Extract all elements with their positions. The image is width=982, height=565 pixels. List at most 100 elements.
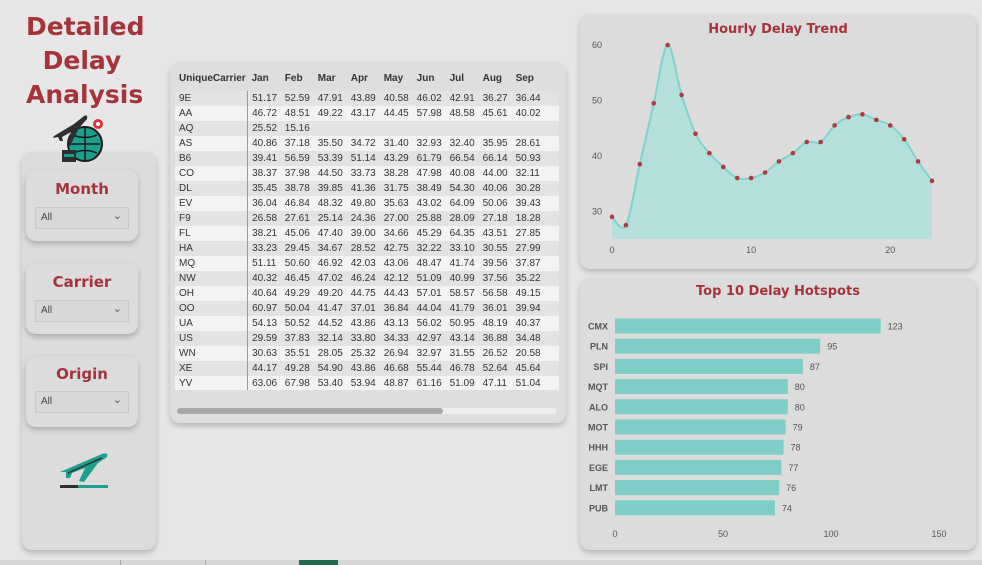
table-row[interactable]: DL 35.45 38.78 39.85 41.36 31.75 38.49 54.30 40.… [175,181,559,196]
delay-cell: 37.18 [280,136,314,151]
delay-cell: 36.01 [478,301,512,316]
carrier-cell: CO [175,166,249,181]
carrier-dropdown[interactable]: All ⌄ [35,300,129,322]
delay-cell: 40.64 [247,286,281,301]
delay-cell: 25.32 [346,346,380,361]
table-row[interactable]: OH 40.64 49.29 49.20 44.75 44.43 57.01 58.57 56.… [175,286,559,301]
delay-cell: 42.97 [412,331,446,346]
table-row[interactable]: FL 38.21 45.06 47.40 39.00 34.66 45.29 64.35 43.… [175,226,559,241]
delay-cell: 45.06 [280,226,314,241]
overflow-cell [544,301,559,316]
delay-cell: 50.52 [280,316,314,331]
delay-cell: 31.75 [379,181,413,196]
matrix-header-month[interactable]: May [380,65,413,91]
delay-cell: 53.94 [346,376,380,390]
hotspot-value: 74 [782,503,792,513]
hotspot-label: SPI [593,362,608,372]
hotspots-card: Top 10 Delay Hotspots CMX 123 PLN 95 SPI 87 MQ… [580,278,976,550]
delay-cell: 41.47 [313,301,347,316]
table-row[interactable]: AS 40.86 37.18 35.50 34.72 31.40 32.93 32.40 35.… [175,136,559,151]
table-row[interactable]: EV 36.04 46.84 48.32 49.80 35.63 43.02 64.09 50.… [175,196,559,211]
delay-cell: 37.56 [478,271,512,286]
table-row[interactable]: B6 39.41 56.59 53.39 51.14 43.29 61.79 66.54 66.… [175,151,559,166]
table-row[interactable]: UA 54.13 50.52 44.52 43.86 43.13 56.02 50.95 48.… [175,316,559,331]
hotspot-value: 79 [793,423,803,433]
delay-cell: 61.16 [412,376,446,390]
table-row[interactable]: YV 63.06 67.98 53.40 53.94 48.87 61.16 51.09 47.… [175,376,559,390]
table-row[interactable]: WN 30.63 35.51 28.05 25.32 26.94 32.97 31.55 26.… [175,346,559,361]
hotspot-x-tick: 0 [612,529,617,539]
delay-cell: 27.85 [511,226,545,241]
delay-cell: 51.09 [445,376,479,390]
delay-cell: 45.64 [511,361,545,376]
delay-cell: 49.22 [313,106,347,121]
delay-cell: 55.44 [412,361,446,376]
matrix-header-month[interactable]: Mar [314,65,347,91]
hotspot-value: 76 [786,483,796,493]
month-dropdown[interactable]: All ⌄ [35,207,129,229]
delay-cell: 43.29 [379,151,413,166]
delay-cell: 52.64 [478,361,512,376]
trend-point [901,136,907,142]
delay-cell: 61.79 [412,151,446,166]
delay-cell: 46.84 [280,196,314,211]
matrix-header-month[interactable]: Jan [248,65,281,91]
overflow-cell [544,181,559,196]
delay-cell: 43.02 [412,196,446,211]
matrix-header-month[interactable]: Aug [479,65,512,91]
table-row[interactable]: HA 33.23 29.45 34.67 28.52 42.75 32.22 33.10 30.… [175,241,559,256]
carrier-cell: AS [175,136,249,151]
horizontal-scrollbar[interactable] [177,408,557,414]
table-row[interactable]: AQ 25.52 15.16 [175,121,559,136]
trend-point [874,117,879,123]
table-row[interactable]: OO 60.97 50.04 41.47 37.01 36.84 44.04 41.79 36.… [175,301,559,316]
table-row[interactable]: AA 46.72 48.51 49.22 43.17 44.45 57.98 48.58 45.… [175,106,559,121]
table-row[interactable]: MQ 51.11 50.60 46.92 42.03 43.06 48.47 41.74 39.… [175,256,559,271]
delay-cell: 40.99 [445,271,479,286]
overflow-cell [544,211,559,226]
table-row[interactable]: F9 26.58 27.61 25.14 24.36 27.00 25.88 28.09 27.… [175,211,559,226]
matrix-header-row: UniqueCarrier Jan Feb Mar Apr May Jun Jul Aug Sep [175,65,559,91]
matrix-viewport[interactable]: UniqueCarrier Jan Feb Mar Apr May Jun Jul Aug Sep… [175,65,559,390]
matrix-header-month[interactable]: Jul [446,65,479,91]
delay-cell: 38.78 [280,181,314,196]
delay-cell: 37.87 [511,256,545,271]
table-row[interactable]: US 29.59 37.83 32.14 33.80 34.33 42.97 43.14 36.… [175,331,559,346]
overflow-cell [544,226,559,241]
delay-cell: 27.18 [478,211,512,226]
delay-cell: 26.58 [247,211,281,226]
table-row[interactable]: 9E 51.17 52.59 47.91 43.89 40.58 46.02 42.91 36.… [175,91,559,106]
delay-cell: 15.16 [280,121,314,136]
delay-cell: 40.32 [247,271,281,286]
delay-cell: 39.56 [478,256,512,271]
table-row[interactable]: XE 44.17 49.28 54.90 43.86 46.68 55.44 46.78 52.… [175,361,559,376]
matrix-header-carrier[interactable]: UniqueCarrier [175,65,248,91]
delay-cell: 39.00 [346,226,380,241]
delay-cell: 34.48 [511,331,545,346]
delay-cell: 42.03 [346,256,380,271]
delay-cell: 49.80 [346,196,380,211]
table-row[interactable]: NW 40.32 46.45 47.02 46.24 42.12 51.09 40.99 37.… [175,271,559,286]
delay-cell: 28.05 [313,346,347,361]
chevron-down-icon: ⌄ [112,210,122,222]
carrier-cell: AA [175,106,249,121]
delay-cell: 41.79 [445,301,479,316]
delay-cell: 40.37 [511,316,545,331]
table-row[interactable]: CO 38.37 37.98 44.50 33.73 38.28 47.98 40.08 44.… [175,166,559,181]
carrier-cell: B6 [175,151,249,166]
matrix-header-month[interactable]: Sep [512,65,545,91]
overflow-cell [544,316,559,331]
page-tab-active[interactable] [299,560,338,565]
delay-cell: 35.22 [511,271,545,286]
origin-dropdown[interactable]: All ⌄ [35,391,129,413]
delay-cell: 41.74 [445,256,479,271]
matrix-header-month[interactable]: Jun [413,65,446,91]
scrollbar-thumb[interactable] [177,408,443,414]
delay-cell [478,121,512,136]
delay-cell: 43.17 [346,106,380,121]
matrix-header-month[interactable]: Feb [281,65,314,91]
delay-cell: 37.83 [280,331,314,346]
delay-cell: 33.80 [346,331,380,346]
overflow-cell [544,151,559,166]
matrix-header-month[interactable]: Apr [347,65,380,91]
